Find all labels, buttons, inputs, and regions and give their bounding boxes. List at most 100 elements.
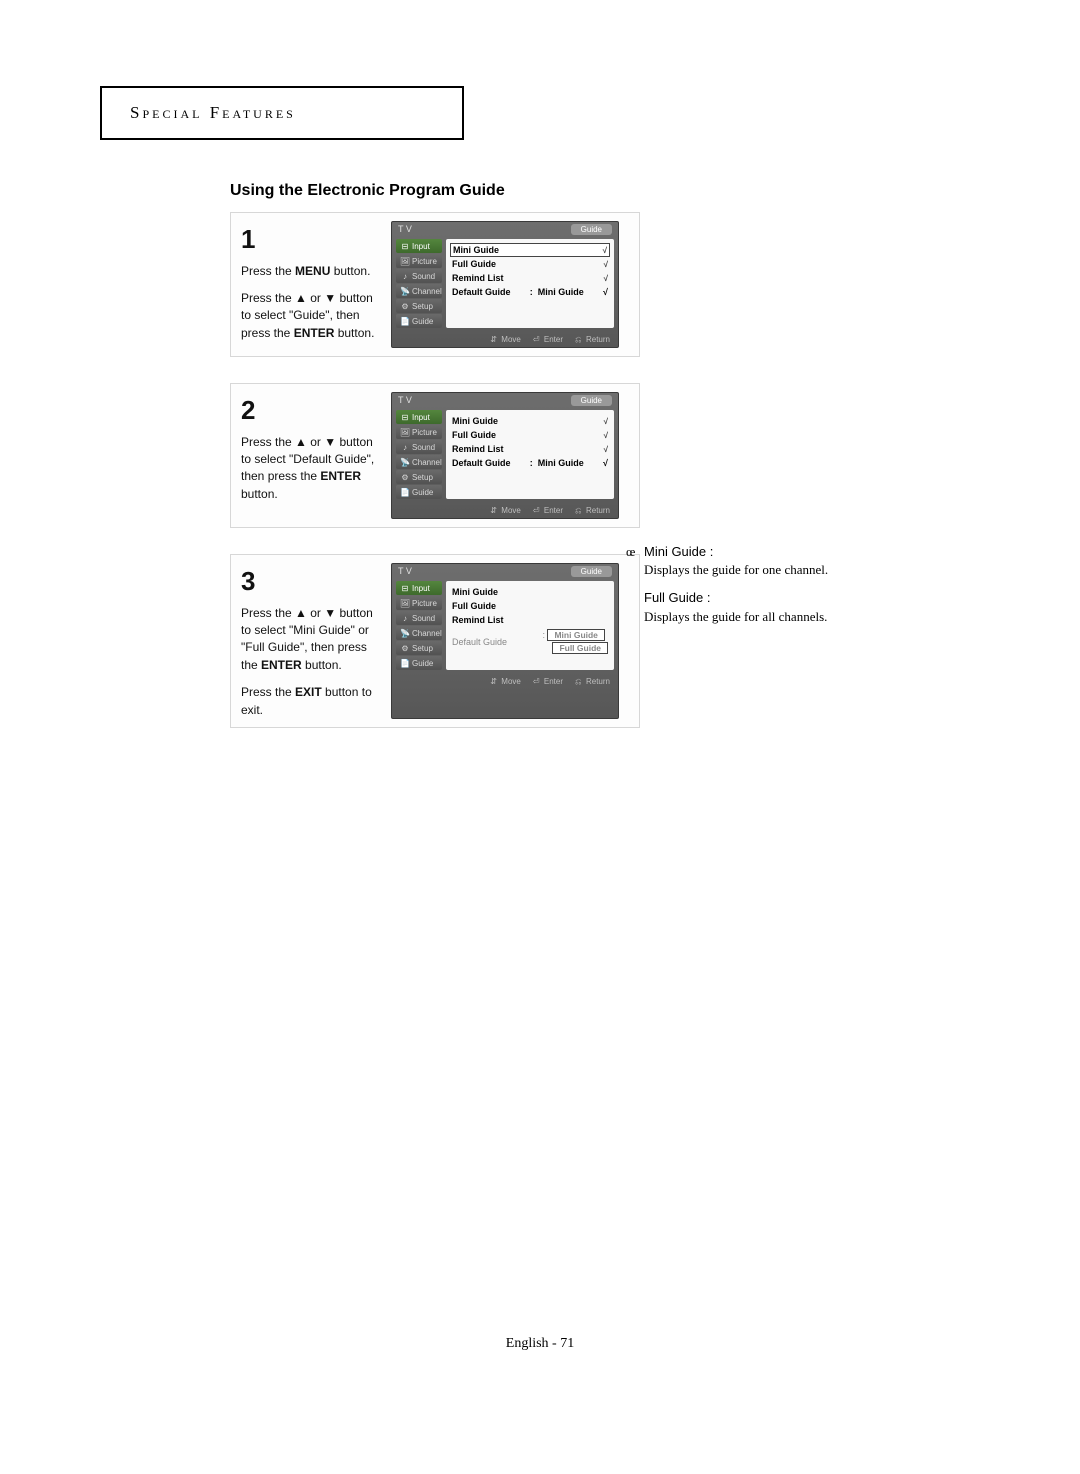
setup-icon: ⚙ bbox=[400, 301, 410, 311]
sound-icon: ♪ bbox=[400, 613, 410, 623]
footer-move: ⇵Move bbox=[490, 335, 521, 344]
menu-default-guide[interactable]: Default Guide : Mini Guide Full Guide bbox=[450, 627, 610, 656]
side-desc-full: Displays the guide for all channels. bbox=[644, 608, 874, 626]
input-icon: ⊟ bbox=[400, 241, 410, 251]
move-icon: ⇵ bbox=[490, 678, 498, 686]
setup-icon: ⚙ bbox=[400, 472, 410, 482]
sound-icon: ♪ bbox=[400, 271, 410, 281]
arrow-icon: √ bbox=[603, 287, 608, 297]
arrow-icon: √ bbox=[604, 274, 608, 283]
tv-screenshot-1: T V Guide ⊟Input 🖼Picture ♪Sound 📡Channe… bbox=[391, 221, 619, 348]
guide-icon: 📄 bbox=[400, 658, 410, 668]
page-footer: English - 71 bbox=[0, 1336, 1080, 1352]
nav-picture[interactable]: 🖼Picture bbox=[396, 596, 442, 610]
menu-remind-list[interactable]: Remind List bbox=[450, 613, 610, 627]
nav-sound[interactable]: ♪Sound bbox=[396, 611, 442, 625]
step-2: 2 Press the ▲ or ▼ button to select "Def… bbox=[230, 383, 640, 528]
picture-icon: 🖼 bbox=[400, 256, 410, 266]
menu-default-guide[interactable]: Default Guide : Mini Guide √ bbox=[450, 285, 610, 299]
nav-channel[interactable]: 📡Channel bbox=[396, 626, 442, 640]
menu-remind-list[interactable]: Remind List√ bbox=[450, 442, 610, 456]
channel-icon: 📡 bbox=[400, 457, 410, 467]
return-icon: ⎌ bbox=[575, 507, 583, 515]
menu-full-guide[interactable]: Full Guide√ bbox=[450, 428, 610, 442]
nav-setup[interactable]: ⚙Setup bbox=[396, 470, 442, 484]
guide-icon: 📄 bbox=[400, 487, 410, 497]
header-text: Special Features bbox=[130, 103, 296, 123]
picture-icon: 🖼 bbox=[400, 427, 410, 437]
note-symbol: œ bbox=[626, 543, 635, 561]
tv-screenshot-2: T VGuide ⊟Input 🖼Picture ♪Sound 📡Channel… bbox=[391, 392, 619, 519]
step-1-para1: Press the MENU button. bbox=[241, 263, 383, 280]
guide-icon: 📄 bbox=[400, 316, 410, 326]
steps-container: 1 Press the MENU button. Press the ▲ or … bbox=[230, 212, 980, 728]
nav-sound[interactable]: ♪Sound bbox=[396, 440, 442, 454]
nav-setup[interactable]: ⚙Setup bbox=[396, 299, 442, 313]
nav-input[interactable]: ⊟Input bbox=[396, 581, 442, 595]
step-1: 1 Press the MENU button. Press the ▲ or … bbox=[230, 212, 640, 357]
menu-full-guide[interactable]: Full Guide√ bbox=[450, 257, 610, 271]
page-title: Using the Electronic Program Guide bbox=[230, 182, 980, 200]
nav-guide[interactable]: 📄Guide bbox=[396, 656, 442, 670]
step-3: 3 Press the ▲ or ▼ button to select "Min… bbox=[230, 554, 640, 728]
tv-nav: ⊟Input 🖼Picture ♪Sound 📡Channel ⚙Setup 📄… bbox=[396, 239, 442, 328]
side-notes: œ Mini Guide : Displays the guide for on… bbox=[644, 543, 874, 626]
nav-picture[interactable]: 🖼Picture bbox=[396, 425, 442, 439]
menu-default-guide[interactable]: Default Guide : Mini Guide √ bbox=[450, 456, 610, 470]
nav-guide[interactable]: 📄Guide bbox=[396, 314, 442, 328]
nav-channel[interactable]: 📡Channel bbox=[396, 455, 442, 469]
step-3-para2: Press the EXIT button to exit. bbox=[241, 684, 383, 719]
step-3-number: 3 bbox=[241, 563, 383, 601]
menu-mini-guide[interactable]: Mini Guide bbox=[450, 585, 610, 599]
tv-screenshot-3: T VGuide ⊟Input 🖼Picture ♪Sound 📡Channel… bbox=[391, 563, 619, 719]
tv-top-left: T V bbox=[398, 224, 412, 235]
step-3-para1: Press the ▲ or ▼ button to select "Mini … bbox=[241, 605, 383, 675]
return-icon: ⎌ bbox=[575, 678, 583, 686]
sound-icon: ♪ bbox=[400, 442, 410, 452]
return-icon: ⎌ bbox=[575, 336, 583, 344]
tv-footer: ⇵Move ⏎Enter ⎌Return bbox=[392, 332, 618, 347]
tv-panel: Mini Guide√ Full Guide√ Remind List√ Def… bbox=[446, 239, 614, 328]
nav-sound[interactable]: ♪Sound bbox=[396, 269, 442, 283]
menu-mini-guide[interactable]: Mini Guide√ bbox=[450, 243, 610, 257]
step-1-para2: Press the ▲ or ▼ button to select "Guide… bbox=[241, 290, 383, 342]
tv-top-right: Guide bbox=[571, 224, 612, 235]
channel-icon: 📡 bbox=[400, 286, 410, 296]
channel-icon: 📡 bbox=[400, 628, 410, 638]
dropdown-mini[interactable]: Mini Guide bbox=[547, 629, 604, 641]
section-header: Special Features bbox=[100, 86, 464, 140]
nav-picture[interactable]: 🖼Picture bbox=[396, 254, 442, 268]
dropdown-full[interactable]: Full Guide bbox=[552, 642, 608, 654]
step-2-para1: Press the ▲ or ▼ button to select "Defau… bbox=[241, 434, 383, 504]
input-icon: ⊟ bbox=[400, 412, 410, 422]
nav-input[interactable]: ⊟Input bbox=[396, 239, 442, 253]
step-1-number: 1 bbox=[241, 221, 383, 259]
side-desc-mini: Displays the guide for one channel. bbox=[644, 561, 874, 579]
nav-guide[interactable]: 📄Guide bbox=[396, 485, 442, 499]
move-icon: ⇵ bbox=[490, 336, 498, 344]
nav-setup[interactable]: ⚙Setup bbox=[396, 641, 442, 655]
footer-enter: ⏎Enter bbox=[533, 335, 563, 344]
nav-input[interactable]: ⊟Input bbox=[396, 410, 442, 424]
side-heading-full: Full Guide : bbox=[644, 589, 874, 607]
step-2-text: 2 Press the ▲ or ▼ button to select "Def… bbox=[241, 392, 391, 519]
arrow-icon: √ bbox=[604, 260, 608, 269]
tv-top: T V Guide bbox=[392, 222, 618, 237]
menu-remind-list[interactable]: Remind List√ bbox=[450, 271, 610, 285]
side-heading-mini: Mini Guide : bbox=[644, 543, 874, 561]
menu-full-guide[interactable]: Full Guide bbox=[450, 599, 610, 613]
step-1-text: 1 Press the MENU button. Press the ▲ or … bbox=[241, 221, 391, 348]
enter-icon: ⏎ bbox=[533, 678, 541, 686]
nav-channel[interactable]: 📡Channel bbox=[396, 284, 442, 298]
enter-icon: ⏎ bbox=[533, 507, 541, 515]
input-icon: ⊟ bbox=[400, 583, 410, 593]
move-icon: ⇵ bbox=[490, 507, 498, 515]
picture-icon: 🖼 bbox=[400, 598, 410, 608]
step-3-text: 3 Press the ▲ or ▼ button to select "Min… bbox=[241, 563, 391, 719]
arrow-icon: √ bbox=[603, 246, 607, 255]
menu-mini-guide[interactable]: Mini Guide√ bbox=[450, 414, 610, 428]
step-2-number: 2 bbox=[241, 392, 383, 430]
footer-return: ⎌Return bbox=[575, 335, 610, 344]
enter-icon: ⏎ bbox=[533, 336, 541, 344]
setup-icon: ⚙ bbox=[400, 643, 410, 653]
